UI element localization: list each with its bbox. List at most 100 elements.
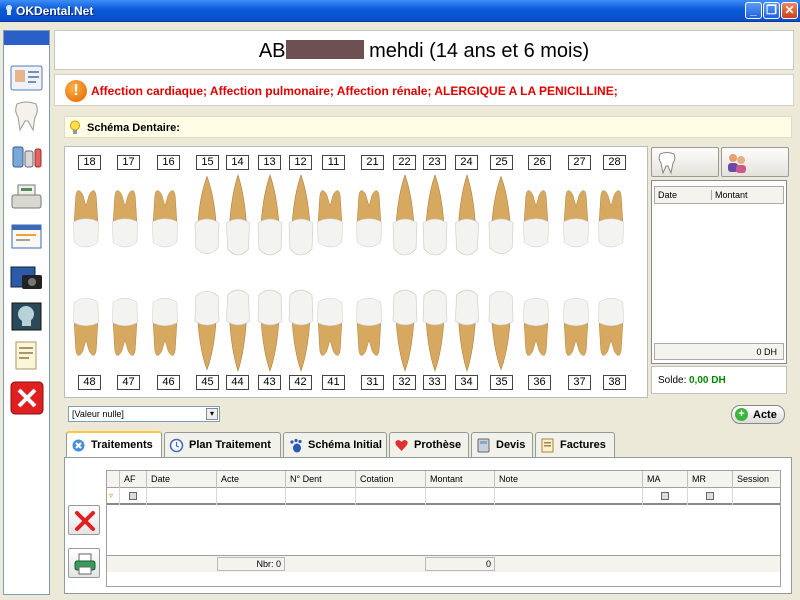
tab-sch-ma-initial[interactable]: Schéma Initial	[283, 432, 387, 457]
calendar-window-icon[interactable]	[8, 219, 45, 253]
tooth-number-45[interactable]: 45	[196, 375, 219, 390]
tooth-number-13[interactable]: 13	[258, 155, 281, 170]
xray-icon[interactable]	[8, 299, 45, 333]
tooth-38[interactable]	[596, 285, 626, 373]
grid-cell[interactable]	[494, 488, 642, 505]
tooth-number-42[interactable]: 42	[289, 375, 312, 390]
medications-icon[interactable]	[8, 139, 45, 173]
tooth-18[interactable]	[71, 173, 101, 261]
tooth-number-11[interactable]: 11	[322, 155, 345, 170]
tooth-number-34[interactable]: 34	[455, 375, 478, 390]
grid-column-session[interactable]: Session	[732, 471, 780, 488]
checkbox-ma[interactable]	[660, 492, 669, 500]
grid-column-n-dent[interactable]: N° Dent	[285, 471, 355, 488]
tooth-number-25[interactable]: 25	[490, 155, 513, 170]
tooth-number-44[interactable]: 44	[226, 375, 249, 390]
tooth-14[interactable]	[223, 173, 253, 261]
grid-cell[interactable]	[732, 488, 780, 505]
grid-cell[interactable]	[216, 488, 285, 505]
grid-cell[interactable]	[355, 488, 425, 505]
tooth-number-27[interactable]: 27	[568, 155, 591, 170]
tooth-33[interactable]	[420, 285, 450, 373]
tooth-42[interactable]	[286, 285, 316, 373]
tooth-number-46[interactable]: 46	[157, 375, 180, 390]
grid-cell[interactable]	[119, 488, 146, 505]
tooth-13[interactable]	[255, 173, 285, 261]
tooth-46[interactable]	[150, 285, 180, 373]
tooth-24[interactable]	[452, 173, 482, 261]
tooth-45[interactable]	[192, 285, 222, 373]
tooth-number-43[interactable]: 43	[258, 375, 281, 390]
checkbox-mr[interactable]	[705, 492, 714, 500]
tooth-17[interactable]	[110, 173, 140, 261]
tooth-number-47[interactable]: 47	[117, 375, 140, 390]
print-button[interactable]	[68, 548, 100, 578]
tooth-37[interactable]	[561, 285, 591, 373]
tooth-number-12[interactable]: 12	[289, 155, 312, 170]
grid-column-cotation[interactable]: Cotation	[355, 471, 425, 488]
checkbox-af[interactable]	[128, 492, 137, 500]
add-acte-button[interactable]: + Acte	[731, 405, 785, 424]
cash-register-icon[interactable]	[8, 179, 45, 213]
tooth-34[interactable]	[452, 285, 482, 373]
grid-column-date[interactable]: Date	[146, 471, 216, 488]
dental-chart[interactable]: 18 17 16 15 14 13 12 11 21 22 23 24 25 26 27 28 48 47 46 45…	[64, 146, 648, 398]
grid-cell[interactable]	[687, 488, 732, 505]
tooth-25[interactable]	[486, 173, 516, 261]
tooth-number-38[interactable]: 38	[603, 375, 626, 390]
tooth-26[interactable]	[521, 173, 551, 261]
tooth-21[interactable]	[354, 173, 384, 261]
tooth-47[interactable]	[110, 285, 140, 373]
tab-devis[interactable]: Devis	[471, 432, 533, 457]
grid-column-acte[interactable]: Acte	[216, 471, 285, 488]
tooth-number-21[interactable]: 21	[361, 155, 384, 170]
tooth-22[interactable]	[390, 173, 420, 261]
tooth-number-15[interactable]: 15	[196, 155, 219, 170]
minimize-button[interactable]: _	[745, 2, 762, 19]
tooth-48[interactable]	[71, 285, 101, 373]
tooth-number-35[interactable]: 35	[490, 375, 513, 390]
grid-column-note[interactable]: Note	[494, 471, 642, 488]
tooth-view-button[interactable]	[651, 147, 719, 177]
tab-factures[interactable]: Factures	[535, 432, 615, 457]
tooth-32[interactable]	[390, 285, 420, 373]
grid-cell[interactable]	[642, 488, 687, 505]
tooth-44[interactable]	[223, 285, 253, 373]
tooth-number-37[interactable]: 37	[568, 375, 591, 390]
grid-column-montant[interactable]: Montant	[425, 471, 494, 488]
tooth-number-33[interactable]: 33	[423, 375, 446, 390]
tooth-number-31[interactable]: 31	[361, 375, 384, 390]
tooth-41[interactable]	[315, 285, 345, 373]
grid-column-ma[interactable]: MA	[642, 471, 687, 488]
document-icon[interactable]	[8, 339, 45, 373]
tooth-28[interactable]	[596, 173, 626, 261]
tooth-36[interactable]	[521, 285, 551, 373]
tooth-number-22[interactable]: 22	[393, 155, 416, 170]
grid-cell[interactable]	[285, 488, 355, 505]
patient-card-icon[interactable]	[8, 61, 45, 95]
tooth-number-48[interactable]: 48	[78, 375, 101, 390]
tooth-number-36[interactable]: 36	[528, 375, 551, 390]
tooth-number-28[interactable]: 28	[603, 155, 626, 170]
grid-column-af[interactable]: AF	[119, 471, 146, 488]
tooth-15[interactable]	[192, 173, 222, 261]
tooth-11[interactable]	[315, 173, 345, 261]
grid-cell[interactable]	[425, 488, 494, 505]
tooth-number-41[interactable]: 41	[322, 375, 345, 390]
camera-icon[interactable]	[8, 259, 45, 293]
tooth-number-32[interactable]: 32	[393, 375, 416, 390]
tooth-43[interactable]	[255, 285, 285, 373]
tooth-number-26[interactable]: 26	[528, 155, 551, 170]
tooth-number-17[interactable]: 17	[117, 155, 140, 170]
tooth-31[interactable]	[354, 285, 384, 373]
tooth-number-24[interactable]: 24	[455, 155, 478, 170]
family-view-button[interactable]	[721, 147, 789, 177]
chevron-down-icon[interactable]: ▾	[206, 408, 218, 420]
grid-cell[interactable]	[146, 488, 216, 505]
tooth-35[interactable]	[486, 285, 516, 373]
tab-plan-traitement[interactable]: Plan Traitement	[164, 432, 281, 457]
tooth-number-16[interactable]: 16	[157, 155, 180, 170]
tooth-number-14[interactable]: 14	[226, 155, 249, 170]
exit-icon[interactable]	[8, 381, 45, 415]
maximize-button[interactable]: ❐	[763, 2, 780, 19]
